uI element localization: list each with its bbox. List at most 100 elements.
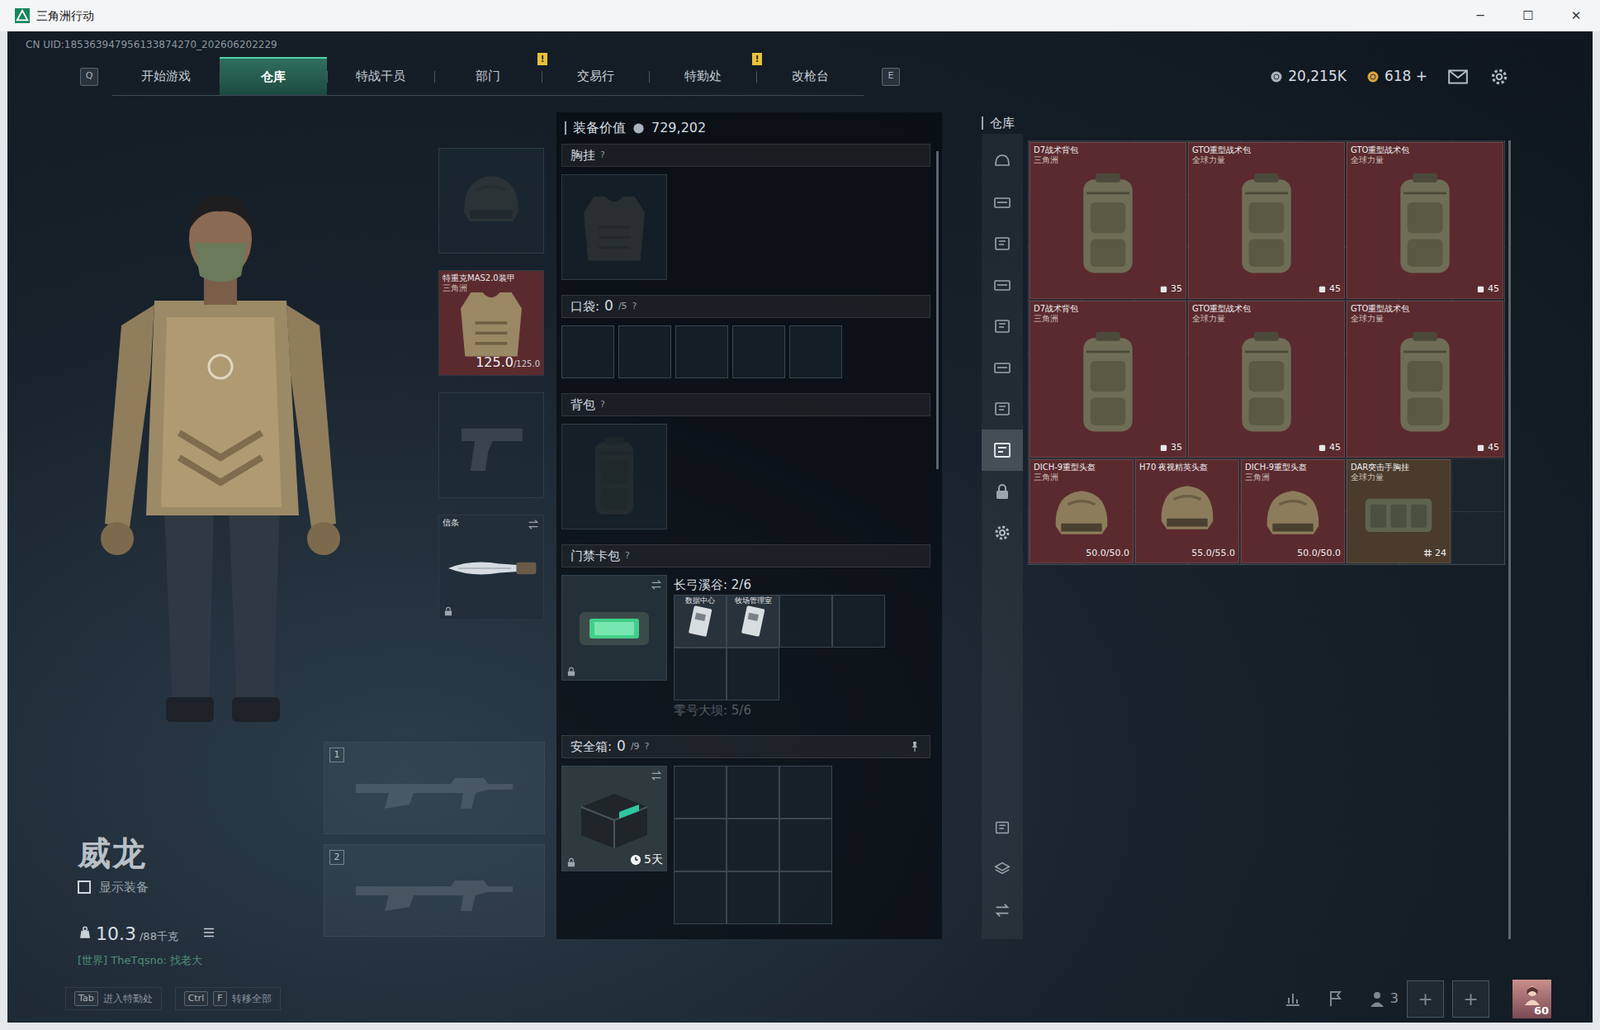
safe-slot[interactable] <box>779 871 833 924</box>
stash-item[interactable]: DAR突击手胸挂全球力量24 <box>1346 459 1451 564</box>
hotkey-hint[interactable]: CtrlF转移全部 <box>175 986 281 1011</box>
category-icon <box>992 481 1013 502</box>
pocket-slot[interactable] <box>675 325 729 379</box>
show-gear-toggle[interactable]: 显示装备 <box>77 877 324 897</box>
stash-item[interactable]: H70 夜视精英头盔55.0/55.0 <box>1135 459 1240 564</box>
keycard-slot[interactable] <box>673 647 727 701</box>
stash-category-tab[interactable] <box>981 429 1023 471</box>
tab-label: 部门 <box>475 66 501 86</box>
pocket-slot[interactable] <box>618 325 672 379</box>
nav-tab[interactable]: 改枪台 <box>756 56 864 95</box>
nav-tab[interactable]: 部门! <box>434 56 542 95</box>
keycard-slot[interactable] <box>779 594 833 648</box>
pocket-slot[interactable] <box>732 325 786 379</box>
stash-category-tab[interactable] <box>981 222 1023 265</box>
keycard-slot[interactable] <box>726 647 780 701</box>
currency: 618 + <box>1366 66 1428 88</box>
safe-slot[interactable] <box>673 818 727 872</box>
safe-slot[interactable] <box>726 871 780 924</box>
keycard-slot[interactable]: 数据中心 <box>673 594 727 648</box>
help-button[interactable]: ? <box>600 148 606 163</box>
friends-button[interactable]: 3 <box>1368 988 1399 1009</box>
keycard-case-slot[interactable] <box>561 574 668 681</box>
safe-slot[interactable] <box>779 818 833 872</box>
stash-category-tab[interactable] <box>981 470 1023 512</box>
stash-item[interactable]: GTO重型战术包全球力量45 <box>1188 142 1345 299</box>
invite-slot[interactable]: + <box>1452 979 1490 1018</box>
safe-slot[interactable] <box>673 871 727 924</box>
gear-icon[interactable] <box>1488 66 1511 88</box>
stash-tool[interactable] <box>981 889 1023 931</box>
stash-category-tab[interactable] <box>981 140 1023 182</box>
safe-slot[interactable] <box>726 818 780 872</box>
armor-slot[interactable]: 特重克MAS2.0装甲三角洲125.0/125.0 <box>438 269 545 376</box>
main-area: 特重克MAS2.0装甲三角洲125.0/125.0信条12威龙显示装备10.3/… <box>7 112 1593 975</box>
player-avatar[interactable]: 60 <box>1512 979 1552 1018</box>
keycard-name: 数据中心 <box>685 596 715 606</box>
stash-category-tab[interactable] <box>981 264 1023 306</box>
nav-tab[interactable]: 特战干员 <box>326 56 435 95</box>
help-button[interactable]: ? <box>632 299 638 314</box>
nav-tab[interactable]: 交易行 <box>541 56 649 95</box>
list-icon[interactable] <box>201 924 217 940</box>
nav-tab[interactable]: 开始游戏 <box>112 56 220 95</box>
stash-item[interactable]: DICH-9重型头盔三角洲50.0/50.0 <box>1240 459 1345 564</box>
chest-rig-slot[interactable] <box>561 174 668 280</box>
safe-slot[interactable] <box>779 765 833 819</box>
pin-icon[interactable] <box>908 739 922 753</box>
safe-slot[interactable] <box>673 765 727 819</box>
help-button[interactable]: ? <box>624 549 630 564</box>
keycard-slot[interactable]: 牧场管理室 <box>726 594 780 648</box>
scrollbar[interactable] <box>936 151 939 469</box>
safe-area: 5天 <box>561 765 931 924</box>
stash-category-tab[interactable] <box>981 388 1023 430</box>
swap-icon[interactable] <box>526 517 540 531</box>
safe-box-slot[interactable]: 5天 <box>561 765 668 872</box>
close-button[interactable]: ✕ <box>1552 0 1600 32</box>
stash-category-tab[interactable] <box>981 346 1023 389</box>
stash-item[interactable]: GTO重型战术包全球力量45 <box>1346 142 1504 299</box>
stash-category-tab[interactable] <box>981 181 1023 223</box>
stash-item[interactable]: D7战术背包三角洲35 <box>1029 300 1187 458</box>
stash-item[interactable]: GTO重型战术包全球力量45 <box>1346 300 1504 458</box>
mail-icon[interactable] <box>1447 66 1469 88</box>
safe-slot[interactable] <box>726 765 780 819</box>
slot-face <box>439 392 544 498</box>
flag-icon[interactable] <box>1325 988 1346 1009</box>
currency-amount[interactable]: 618 + <box>1384 66 1428 88</box>
pocket-slot[interactable] <box>789 325 843 379</box>
show-gear-checkbox[interactable] <box>77 880 91 894</box>
stats-icon[interactable] <box>1282 988 1303 1009</box>
stash-item[interactable]: DICH-9重型头盔三角洲50.0/50.0 <box>1029 459 1134 564</box>
nav-tab[interactable]: 仓库 <box>219 56 327 95</box>
minimize-button[interactable]: ─ <box>1456 0 1505 32</box>
wallet: 20,215K618 + <box>1269 56 1511 96</box>
scrollbar[interactable] <box>1508 140 1511 939</box>
stash-item[interactable]: D7战术背包三角洲35 <box>1029 142 1187 299</box>
invite-slot[interactable]: + <box>1406 979 1444 1018</box>
weapon-slot[interactable]: 1 <box>323 741 545 834</box>
hotkey-hint[interactable]: Tab进入特勤处 <box>65 986 162 1011</box>
help-button[interactable]: ? <box>644 739 650 754</box>
backpack-slot[interactable] <box>561 423 668 530</box>
item-art <box>1192 323 1341 441</box>
stash-item[interactable]: GTO重型战术包全球力量45 <box>1188 300 1345 458</box>
maximize-button[interactable]: ☐ <box>1504 0 1553 32</box>
pocket-slot[interactable] <box>561 325 615 379</box>
helmet-slot[interactable] <box>438 147 545 254</box>
swap-icon[interactable] <box>649 768 663 782</box>
carry-weight: 10.3/88千克 <box>77 919 324 947</box>
keycard-slot[interactable] <box>832 594 886 648</box>
pistol-slot[interactable] <box>438 392 545 498</box>
stash-category-tab[interactable] <box>981 511 1023 554</box>
weapon-slot[interactable]: 2 <box>323 843 545 937</box>
stash-category-tab[interactable] <box>981 305 1023 347</box>
coin-icon <box>1269 70 1283 84</box>
stash-tool[interactable] <box>981 847 1023 890</box>
swap-icon[interactable] <box>649 577 663 592</box>
help-button[interactable]: ? <box>600 397 606 412</box>
nav-tab[interactable]: 特勤处! <box>648 56 757 95</box>
stash-tool[interactable] <box>981 806 1023 848</box>
keycard-name: 牧场管理室 <box>734 596 772 606</box>
melee-slot[interactable]: 信条 <box>438 514 545 621</box>
